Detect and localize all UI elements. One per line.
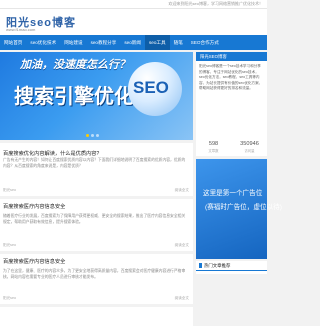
site-header: 阳光seo博客 www.f1mao.com [0, 9, 267, 35]
post-author: 阳光seo [3, 188, 16, 192]
nav-item-notes[interactable]: 随笔 [170, 35, 187, 50]
post-excerpt: 随着医疗行业的发展，百度搜索为了保障用户获得更权威、更安全的搜索结果，推出了医疗… [3, 214, 186, 224]
post-author: 阳光seo [3, 296, 16, 300]
about-box: 阳光SEO博客 阳光seo博客是一个seo技术学习和分享的博客，专注于网站优化的… [196, 52, 267, 156]
main-nav: 网站首页 seo优化技术 网站建设 seo教程分享 seo新闻 seo工具 随笔… [0, 35, 267, 50]
post-card: 百度搜索医疗内容信息安全 随着医疗行业的发展，百度搜索为了保障用户获得更权威、更… [0, 199, 193, 251]
banner-slogan: 加油，没速度怎么行？ [20, 59, 130, 71]
welcome-text: 欢迎来到阳光seo博客，学习网络营销推广优化技术！ [168, 1, 263, 6]
slider-dot[interactable] [86, 134, 89, 137]
nav-item-cooperation[interactable]: SEO合作方式 [187, 35, 223, 50]
slider-dot[interactable] [96, 134, 99, 137]
read-more-link[interactable]: 阅读全文 [175, 296, 189, 301]
hot-header: 热门文章推荐 [196, 261, 267, 271]
site-stats: 598 文章数 350946 访问量 [196, 140, 267, 156]
post-card: 百度搜索医疗内容信息安全 为了在这里，健康、医疗的内容众多，为了更安全地获得高质… [0, 254, 193, 304]
hero-banner[interactable]: 加油，没速度怎么行？ 搜索引擎优化 SEO [0, 52, 193, 140]
flag-icon [199, 263, 202, 268]
hot-heading: 热门文章推荐 [204, 263, 231, 268]
nav-item-web-build[interactable]: 网站建设 [60, 35, 86, 50]
ad-slot[interactable]: 这里是第一个广告位 (赛福时广告位，虚位以待) [196, 159, 282, 259]
about-header: 阳光SEO博客 [196, 52, 267, 61]
site-url: www.f1mao.com [6, 27, 36, 32]
post-card [0, 307, 193, 326]
banner-seo-badge: SEO [133, 78, 169, 97]
stat-articles: 598 文章数 [196, 141, 231, 153]
slider-dot[interactable] [91, 134, 94, 137]
nav-item-seo-tech[interactable]: seo优化技术 [26, 35, 60, 50]
stat-label: 文章数 [208, 149, 219, 153]
post-excerpt: 为了在这里，健康、医疗的内容众多，为了更安全地获得高质量内容，百度搜索会对医疗健… [3, 269, 186, 279]
post-excerpt: 广告有无产生的内容！如何让百度搜索优质内容以内容？下面我们详细地说明了百度搜索的… [3, 158, 186, 168]
ad-line-2: (赛福时广告位，虚位以待) [205, 204, 282, 211]
stat-value: 350946 [240, 141, 259, 147]
post-title[interactable]: 百度搜索医疗内容信息安全 [3, 258, 65, 265]
nav-item-seo-tools[interactable]: seo工具 [144, 35, 170, 50]
slider-dots [86, 134, 99, 137]
banner-headline: 搜索引擎优化 [14, 86, 134, 108]
stat-value: 598 [208, 141, 219, 147]
post-card: 百度搜索优化内容解读，什么是优质内容? 广告有无产生的内容！如何让百度搜索优质内… [0, 143, 193, 196]
post-author: 阳光seo [3, 243, 16, 247]
stat-label: 访问量 [244, 149, 255, 153]
nav-item-home[interactable]: 网站首页 [0, 35, 26, 50]
nav-item-seo-news[interactable]: seo新闻 [120, 35, 145, 50]
hot-posts-box: 热门文章推荐 [196, 261, 267, 274]
post-title[interactable]: 百度搜索优化内容解读，什么是优质内容? [3, 150, 99, 157]
nav-item-seo-tutorial[interactable]: seo教程分享 [87, 35, 121, 50]
read-more-link[interactable]: 阅读全文 [175, 188, 189, 193]
ad-line-1: 这里是第一个广告位 [203, 190, 263, 197]
stat-visits: 350946 访问量 [232, 141, 267, 153]
post-title[interactable]: 百度搜索医疗内容信息安全 [3, 203, 65, 210]
about-heading: 阳光SEO博客 [200, 54, 227, 59]
top-bar: 欢迎来到阳光seo博客，学习网络营销推广优化技术！ [0, 0, 267, 9]
about-intro: 阳光seo博客是一个seo技术学习和分享的博客，专注于网站优化的seo技术，se… [199, 64, 263, 91]
read-more-link[interactable]: 阅读全文 [175, 243, 189, 248]
